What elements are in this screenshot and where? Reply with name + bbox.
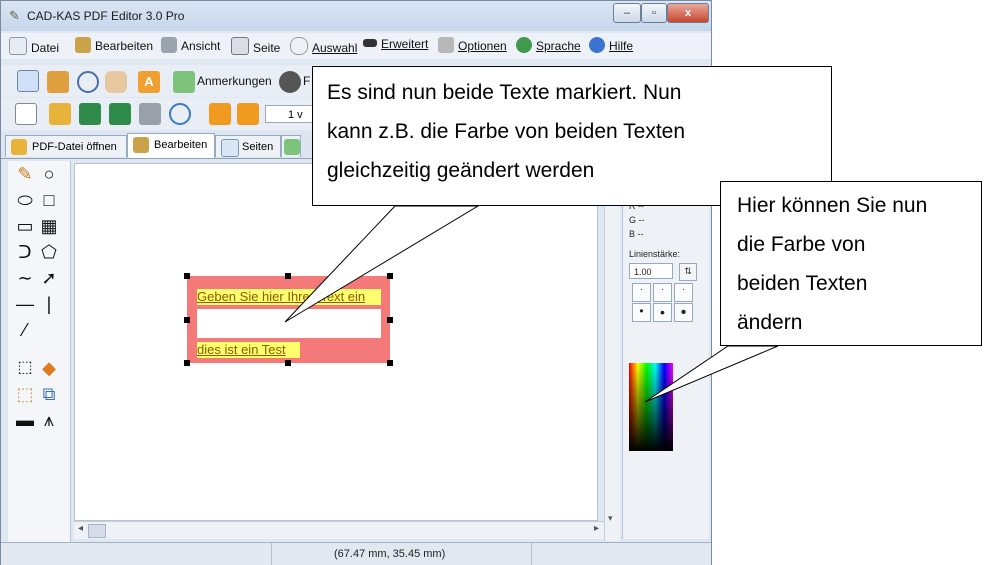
callout-line: Es sind nun beide Texte markiert. Nun [327, 81, 682, 104]
callout-line: die Farbe von [737, 233, 866, 256]
right-callout-pointer [644, 345, 779, 403]
callout-line: ändern [737, 311, 803, 334]
callout-line: beiden Texten [737, 272, 868, 295]
right-callout: Hier können Sie nun die Farbe von beiden… [720, 181, 982, 346]
callout-line: kann z.B. die Farbe von beiden Texten [327, 120, 686, 143]
main-callout-pointer [284, 205, 480, 323]
callout-line: Hier können Sie nun [737, 194, 928, 217]
